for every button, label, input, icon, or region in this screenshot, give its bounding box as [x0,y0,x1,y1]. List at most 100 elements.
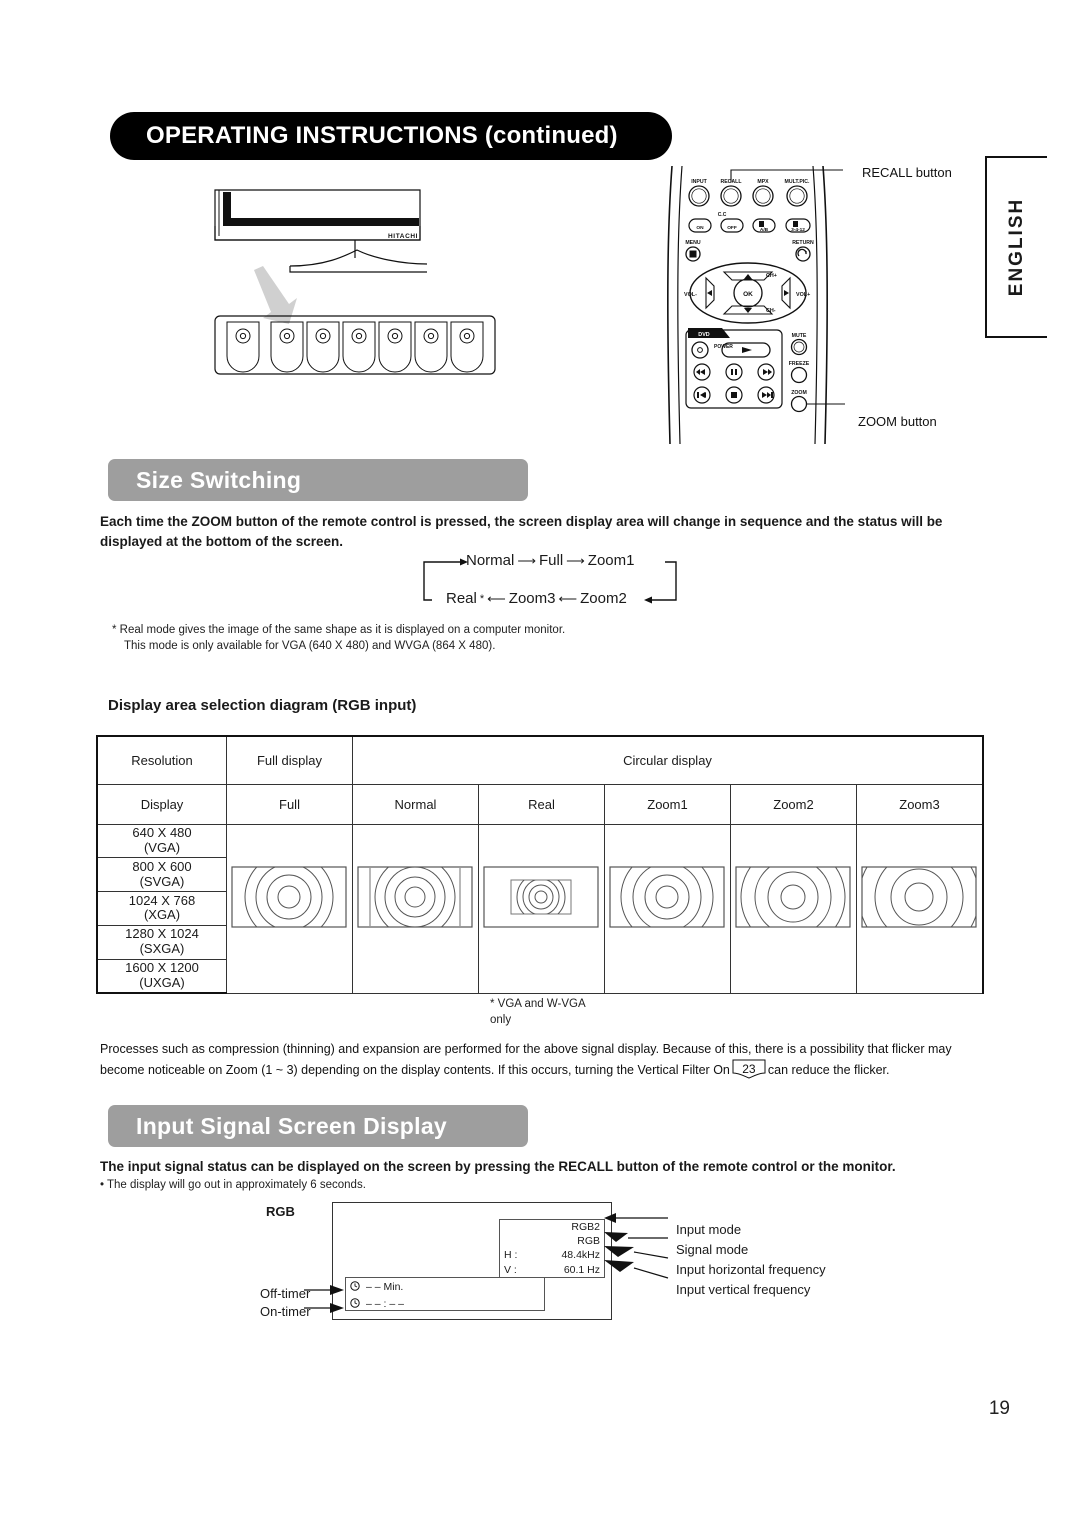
remote-label-dvd: DVD [698,332,709,338]
input-signal-diagram: RGB RGB2 RGB H : 48.4kHz V : 60.1 Hz – –… [256,1202,916,1342]
osd-screen-preview: RGB2 RGB H : 48.4kHz V : 60.1 Hz – – Min… [332,1202,612,1320]
svg-text:3-4-12: 3-4-12 [791,227,805,233]
svg-text:A/B: A/B [760,227,769,233]
svg-text:ON: ON [696,225,704,231]
arrow-right-icon-1: ⟶ [517,553,536,568]
resolution-name: (UXGA) [139,974,185,990]
sequence-step-full: Full [538,552,564,569]
monitor-svg: HITACHI [214,189,496,375]
osd-timer-box: – – Min. – – : – – [345,1277,545,1311]
svg-text:VOL-: VOL- [684,292,697,298]
osd-v-frequency: V : 60.1 Hz [500,1263,604,1277]
sequence-step-normal: Normal [466,552,515,569]
input-signal-bullet: • The display will go out in approximate… [100,1179,366,1191]
display-area-selection-table: Resolution Full display Circular display… [96,735,984,994]
callout-signal-mode: Signal mode [676,1242,749,1257]
callout-h-frequency: Input horizontal frequency [676,1262,826,1277]
page-number: 19 [988,1398,1010,1419]
remote-button-pause [725,363,743,381]
diagram-label-rgb: RGB [266,1204,295,1219]
figure-zoom3 [861,865,977,928]
page-title: OPERATING INSTRUCTIONS (continued) [146,122,618,149]
figure-zoom1 [609,865,725,928]
sequence-step-real: Real [446,590,477,607]
callout-on-timer: On-timer [260,1304,311,1319]
section-title-size-switching: Size Switching [108,459,528,501]
resolution-name: (VGA) [143,839,181,855]
table-cell-resolution: 1024 X 768 (XGA) [96,891,227,926]
arrow-left-icon-2: ⟵ [558,591,578,606]
table-cell-resolution: 640 X 480 (VGA) [96,823,227,859]
svg-text:OFF: OFF [727,225,737,231]
section-title-input-signal: Input Signal Screen Display [108,1105,528,1147]
resolution-value: 1600 X 1200 [125,959,199,975]
svg-text:CH-: CH- [766,308,776,314]
arrow-right-icon-2: ⟶ [566,553,585,568]
callout-recall-button: RECALL button [862,165,952,180]
osd-h-frequency: H : 48.4kHz [500,1248,604,1262]
real-note-line-1: * VGA and W-VGA [490,998,586,1010]
table-cell-figure-zoom2 [730,823,857,994]
figure-zoom2 [735,865,851,928]
table-cell-resolution: 1280 X 1024 (SXGA) [96,924,227,960]
clock-on-icon [350,1298,361,1309]
osd-signal-mode: RGB [577,1235,600,1248]
remote-label-mute: MUTE [792,333,807,339]
sequence-real-asterisk: * [479,592,485,605]
table-cell-resolution: 1600 X 1200 (UXGA) [96,958,227,994]
resolution-value: 1024 X 768 [128,892,196,908]
osd-off-timer-row: – – Min. [346,1278,544,1295]
remote-label-return: RETURN [792,240,814,246]
osd-input-mode: RGB2 [571,1221,600,1233]
figure-normal [357,865,473,928]
sequence-step-zoom2: Zoom2 [580,590,627,607]
remote-button-dvd-power [691,341,709,359]
pointer-arrow-icon [254,266,297,324]
remote-label-freeze: FREEZE [789,361,810,367]
flicker-note-paragraph: Processes such as compression (thinning)… [100,1040,986,1081]
resolution-value: 800 X 600 [132,858,192,874]
table-col-zoom2: Zoom2 [730,783,857,825]
callout-input-mode: Input mode [676,1222,742,1237]
sequence-row-forward: Normal ⟶ Full ⟶ Zoom1 [466,552,634,569]
osd-h-label: H : [504,1249,518,1262]
remote-label-menu: MENU [685,240,701,246]
sequence-step-zoom3: Zoom3 [508,590,556,607]
table-header-full-display: Full display [226,735,353,785]
table-cell-figure-zoom3 [856,823,984,994]
arrow-left-icon-1: ⟵ [487,591,506,606]
table-col-zoom3: Zoom3 [856,783,984,825]
callout-off-timer: Off-timer [260,1286,311,1301]
resolution-value: 1280 X 1024 [125,926,199,942]
osd-on-timer-value: – – : – – [366,1297,404,1310]
table-row: 640 X 480 (VGA) [96,823,984,994]
osd-info-box: RGB2 RGB H : 48.4kHz V : 60.1 Hz [499,1219,605,1278]
remote-label-input: INPUT [691,179,707,185]
table-cell-figure-normal [352,823,479,994]
remote-button-zoom [790,395,808,413]
table-group-header-row: Resolution Full display Circular display [96,735,984,785]
table-col-real: Real [478,783,605,825]
table-col-normal: Normal [352,783,479,825]
table-heading: Display area selection diagram (RGB inpu… [108,697,417,714]
language-tab: ENGLISH [985,156,1047,338]
callout-zoom-button: ZOOM button [858,414,937,429]
table-column-header-row: Display Full Normal Real Zoom1 Zoom2 Zoo… [96,783,984,825]
svg-text:VOL+: VOL+ [796,292,810,298]
table-col-full: Full [226,783,353,825]
remote-label-zoom: ZOOM [791,390,807,396]
remote-label-cc: C.C [718,212,727,218]
osd-v-label: V : [504,1263,517,1276]
resolution-value: 640 X 480 [132,824,192,840]
svg-text:OK: OK [743,291,753,298]
page-reference-icon: 23 [732,1059,766,1079]
size-footnote-line-1: * Real mode gives the image of the same … [112,624,566,636]
sequence-row-return: Real * ⟵ Zoom3 ⟵ Zoom2 [446,590,627,607]
real-note-line-2: only [490,1013,512,1026]
remote-label-mpx: MPX [757,179,769,185]
table-header-resolution: Resolution [96,735,227,785]
table-cell-figure-zoom1 [604,823,731,994]
osd-on-timer-row: – – : – – [346,1295,544,1312]
table-col-zoom1: Zoom1 [604,783,731,825]
table-header-circular-display: Circular display [352,735,984,785]
